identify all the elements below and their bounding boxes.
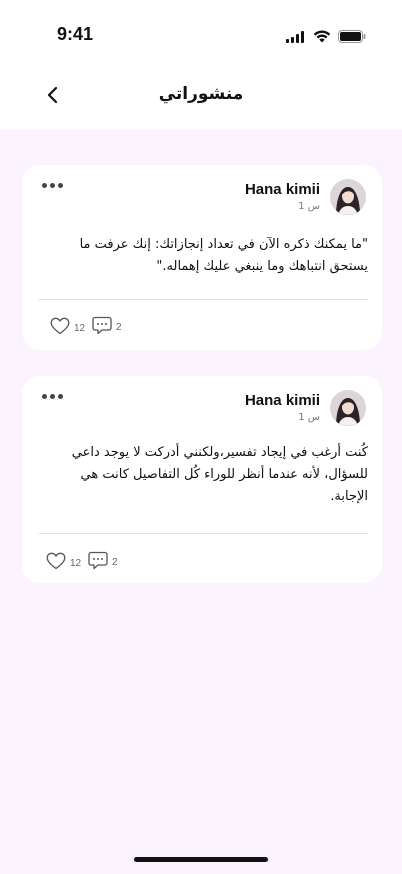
more-options-button[interactable] bbox=[42, 183, 63, 188]
comment-icon bbox=[88, 551, 108, 574]
post-time: 1 س bbox=[298, 412, 320, 423]
comment-icon bbox=[92, 316, 112, 339]
more-dot-icon bbox=[50, 394, 55, 399]
page-title: منشوراتي bbox=[158, 84, 244, 104]
post-text: كُنت أرغب في إيجاد تفسير،ولكنني أدركت لا… bbox=[71, 445, 368, 504]
comment-button[interactable]: 2 bbox=[88, 551, 118, 574]
like-count: 12 bbox=[70, 557, 82, 569]
avatar[interactable] bbox=[330, 390, 366, 426]
signal-icon bbox=[286, 28, 306, 47]
status-time: 9:41 bbox=[57, 24, 94, 44]
comment-count: 2 bbox=[116, 322, 122, 333]
status-icons bbox=[286, 28, 366, 47]
more-dot-icon bbox=[58, 183, 63, 188]
more-dot-icon bbox=[58, 394, 63, 399]
post-text: "ما يمكنك ذكره الآن في تعداد إنجازاتك: إ… bbox=[79, 237, 368, 274]
comment-count: 2 bbox=[112, 557, 118, 568]
header: منشوراتي bbox=[0, 72, 402, 130]
more-dot-icon bbox=[42, 394, 47, 399]
post-author[interactable]: Hana kimii bbox=[245, 181, 320, 198]
home-indicator[interactable] bbox=[134, 857, 268, 862]
battery-icon bbox=[338, 28, 366, 47]
more-options-button[interactable] bbox=[42, 394, 63, 399]
more-dot-icon bbox=[50, 183, 55, 188]
like-button[interactable]: 12 bbox=[46, 552, 81, 574]
like-button[interactable]: 12 bbox=[50, 317, 85, 339]
post-author[interactable]: Hana kimii bbox=[245, 392, 320, 409]
like-count: 12 bbox=[74, 322, 86, 334]
post-divider bbox=[38, 533, 368, 534]
post-divider bbox=[38, 299, 368, 300]
status-bar: 9:41 bbox=[0, 0, 402, 72]
post-card: Hana kimii 1 س "ما يمكنك ذكره الآن في تع… bbox=[22, 165, 382, 350]
posts-feed: Hana kimii 1 س "ما يمكنك ذكره الآن في تع… bbox=[0, 130, 402, 874]
more-dot-icon bbox=[42, 183, 47, 188]
post-card: Hana kimii 1 س كُنت أرغب في إيجاد تفسير،… bbox=[22, 376, 382, 583]
avatar[interactable] bbox=[330, 179, 366, 215]
wifi-icon bbox=[313, 28, 331, 47]
heart-icon bbox=[46, 552, 66, 574]
comment-button[interactable]: 2 bbox=[92, 316, 122, 339]
heart-icon bbox=[50, 317, 70, 339]
post-time: 1 س bbox=[298, 201, 320, 212]
